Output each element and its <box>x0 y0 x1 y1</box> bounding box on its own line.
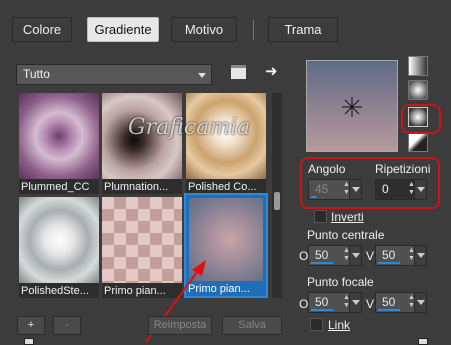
reset-button[interactable]: Reimposta <box>148 316 212 335</box>
tile-label: Plummed_CC <box>21 181 90 193</box>
gradient-swatch <box>19 93 99 179</box>
angle-field[interactable]: 45 ▲ ▼ <box>308 179 362 200</box>
center-o-slider[interactable] <box>311 262 333 264</box>
save-button[interactable]: Salva <box>222 316 282 335</box>
rectangular-style-icon[interactable] <box>408 80 428 100</box>
chevron-down-icon <box>198 73 206 78</box>
focal-o-value: 50 <box>315 295 329 309</box>
chevron-down-icon[interactable] <box>414 180 426 199</box>
focal-o-slider[interactable] <box>311 309 333 311</box>
gradient-tile-plumnation[interactable]: Plumnation... <box>102 93 182 194</box>
chevron-down-icon[interactable] <box>349 180 361 199</box>
focal-o-field[interactable]: 50 ▲ ▼ <box>308 292 362 313</box>
center-point-label: Punto centrale <box>307 228 385 242</box>
focal-v-value: 50 <box>382 295 396 309</box>
center-o-field[interactable]: 50 ▲ ▼ <box>308 245 362 266</box>
remove-gradient-button[interactable]: - <box>53 316 81 335</box>
link-checkbox[interactable] <box>310 318 323 331</box>
corner-icon <box>418 338 428 345</box>
chevron-down-icon[interactable] <box>349 293 361 312</box>
tile-label: PolishedSte... <box>21 285 89 297</box>
center-v-value: 50 <box>382 248 396 262</box>
add-gradient-button[interactable]: + <box>17 316 45 335</box>
linear-style-icon[interactable] <box>408 56 428 76</box>
tile-label: Polished Co... <box>188 181 257 193</box>
chevron-down-icon[interactable] <box>414 293 426 312</box>
chevron-down-icon[interactable] <box>414 246 426 265</box>
sunburst-style-icon[interactable] <box>408 132 428 152</box>
tile-label: Plumnation... <box>104 181 169 193</box>
center-o-value: 50 <box>315 248 329 262</box>
tab-trama[interactable]: Trama <box>268 17 338 42</box>
focal-v-slider[interactable] <box>378 309 400 311</box>
repeats-value: 0 <box>382 182 389 196</box>
center-v-label: V <box>366 249 375 263</box>
tab-motivo[interactable]: Motivo <box>171 17 237 42</box>
center-o-label: O <box>299 249 309 263</box>
center-v-slider[interactable] <box>378 262 400 264</box>
library-view-icon[interactable] <box>231 65 246 79</box>
tab-colore[interactable]: Colore <box>12 17 72 42</box>
center-crosshair-icon[interactable] <box>340 95 364 119</box>
gradient-preview[interactable] <box>306 60 398 152</box>
category-value: Tutto <box>23 67 50 81</box>
repeats-label: Ripetizioni <box>375 162 431 176</box>
tab-divider <box>253 20 254 40</box>
corner-icon <box>24 338 34 345</box>
gradient-swatch <box>19 197 99 283</box>
focal-v-field[interactable]: 50 ▲ ▼ <box>375 292 427 313</box>
gradient-tile-polished-steel[interactable]: PolishedSte... <box>19 197 99 298</box>
focal-o-label: O <box>299 297 309 311</box>
watermark-logo: Graficamia <box>128 115 251 140</box>
invert-label: Inverti <box>331 210 364 224</box>
repeats-field[interactable]: 0 ▲ ▼ <box>375 179 427 200</box>
angle-slider[interactable] <box>311 196 317 198</box>
gradient-tile-polished-copper[interactable]: Polished Co... <box>186 93 266 194</box>
focal-v-label: V <box>366 297 375 311</box>
angle-label: Angolo <box>308 162 346 176</box>
tab-bar: Colore Gradiente Motivo Trama <box>0 0 451 58</box>
scrollbar-thumb[interactable] <box>274 192 280 210</box>
focal-point-label: Punto focale <box>307 275 374 289</box>
center-v-field[interactable]: 50 ▲ ▼ <box>375 245 427 266</box>
link-label: Link <box>328 318 351 332</box>
highlight-radial-style <box>401 104 441 134</box>
category-dropdown[interactable]: Tutto <box>16 64 212 85</box>
gradient-tile-plummed[interactable]: Plummed_CC <box>19 93 99 194</box>
chevron-down-icon[interactable] <box>349 246 361 265</box>
tab-gradiente[interactable]: Gradiente <box>87 17 159 42</box>
invert-checkbox[interactable] <box>314 210 327 223</box>
angle-value: 45 <box>315 182 329 196</box>
arrow-right-icon[interactable]: ➜ <box>265 62 278 80</box>
